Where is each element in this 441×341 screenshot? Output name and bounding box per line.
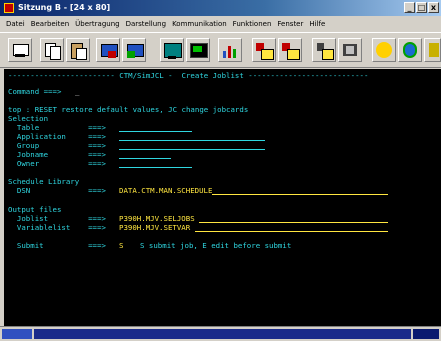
menu-bearbeiten[interactable]: Bearbeiten [31,17,69,31]
status-bar [0,326,441,341]
help-line: top : RESET restore default values, JC c… [8,105,249,114]
cursor-position-area [413,329,439,339]
variablelist-value[interactable]: P390H.MJV.SETVAR [119,223,190,232]
dsn-field-remainder[interactable] [212,186,388,195]
status-indicator [2,329,32,339]
window-controls: _ □ x [403,2,439,14]
menu-fenster[interactable]: Fenster [277,17,303,31]
jobname-label: Jobname ===> [8,150,106,159]
submit-help: S submit job, E edit before submit [140,241,292,250]
owner-label: Owner ===> [8,159,106,168]
menu-hilfe[interactable]: Hilfe [309,17,325,31]
application-field[interactable] [119,132,265,141]
paste-icon[interactable] [66,38,90,62]
dsn-label: DSN ===> [8,186,106,195]
dsn-value[interactable]: DATA.CTM.MAN.SCHEDULE [119,186,212,195]
output-title: Output files [8,205,62,214]
application-label: Application ===> [8,132,106,141]
stop-icon[interactable] [312,38,336,62]
joblist-field-remainder[interactable] [199,214,388,223]
menu-datei[interactable]: Datei [6,17,25,31]
status-message-area [34,329,411,339]
group-field[interactable] [119,141,265,150]
macro-icon[interactable] [186,38,210,62]
table-label: Table ===> [8,123,106,132]
command-label: Command ===> [8,87,66,96]
submit-input[interactable]: S [119,241,123,250]
screen-header: ------------------------ CTM/SimJCL - Cr… [8,71,369,80]
minimize-button[interactable]: _ [404,2,415,13]
submit-label: Submit ===> [8,241,106,250]
emulator-window: Sitzung B - [24 x 80] _ □ x Datei Bearbeite… [0,0,441,341]
receive-icon[interactable] [122,38,146,62]
maximize-button[interactable]: □ [416,2,427,13]
title-bar[interactable]: Sitzung B - [24 x 80] _ □ x [0,0,441,16]
menu-bar: Datei Bearbeiten Übertragung Darstellung Kom… [0,17,441,31]
playback-icon[interactable] [278,38,302,62]
copy-icon[interactable] [40,38,64,62]
terminal-screen[interactable]: ------------------------ CTM/SimJCL - Cr… [4,69,441,326]
toolbar-extra-icon[interactable] [424,38,441,62]
owner-field[interactable] [119,159,192,168]
print-icon[interactable] [8,38,32,62]
help-icon[interactable] [338,38,362,62]
window-title: Sitzung B - [24 x 80] [18,3,111,12]
toolbar [0,32,441,68]
table-field[interactable] [119,123,192,132]
joblist-label: Joblist ===> [8,214,106,223]
settings-icon[interactable] [398,38,422,62]
selection-title: Selection [8,114,49,123]
variablelist-field-remainder[interactable] [195,223,388,232]
variablelist-label: Variablelist ===> [8,223,106,232]
chart-icon[interactable] [218,38,242,62]
send-icon[interactable] [96,38,120,62]
display-icon[interactable] [160,38,184,62]
session-app-icon[interactable] [4,3,14,13]
menu-uebertragung[interactable]: Übertragung [75,17,119,31]
menu-funktionen[interactable]: Funktionen [233,17,272,31]
menu-kommunikation[interactable]: Kommunikation [172,17,227,31]
command-input[interactable]: _ [75,87,79,96]
jobname-field[interactable] [119,150,171,159]
record-icon[interactable] [252,38,276,62]
schedule-title: Schedule Library [8,177,80,186]
group-label: Group ===> [8,141,106,150]
globe-icon[interactable] [372,38,396,62]
joblist-value[interactable]: P390H.MJV.SELJOBS [119,214,195,223]
close-button[interactable]: x [428,2,439,13]
menu-darstellung[interactable]: Darstellung [126,17,166,31]
